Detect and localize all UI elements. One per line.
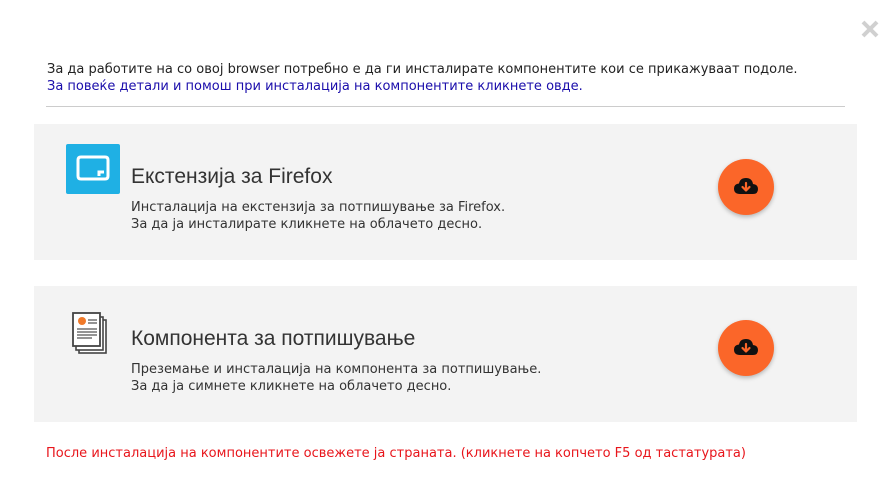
- download-extension-button[interactable]: [718, 159, 774, 215]
- refresh-notice: После инсталација на компонентите освеже…: [46, 446, 746, 461]
- cloud-download-icon: [734, 339, 758, 355]
- documents-icon: [66, 306, 120, 356]
- help-link[interactable]: За повеќе детали и помош при инсталација…: [47, 78, 583, 95]
- card-desc-line: Инсталација на екстензија за потпишување…: [131, 200, 506, 215]
- card-desc-line: За да ја симнете кликнете на облачето де…: [131, 379, 452, 394]
- card-desc-line: Преземање и инсталација на компонента за…: [131, 362, 542, 377]
- card-title: Екстензија за Firefox: [131, 165, 333, 188]
- card-description: Инсталација на екстензија за потпишување…: [131, 199, 505, 233]
- intro-text: За да работите на со овој browser потреб…: [47, 62, 798, 77]
- firefox-extension-icon: [66, 144, 120, 194]
- close-icon[interactable]: [859, 18, 881, 40]
- signing-component-card: Компонента за потпишување Преземање и ин…: [34, 286, 857, 422]
- download-component-button[interactable]: [718, 320, 774, 376]
- card-desc-line: За да ја инсталирате кликнете на облачет…: [131, 217, 483, 232]
- card-title: Компонента за потпишување: [131, 327, 416, 350]
- card-description: Преземање и инсталација на компонента за…: [131, 361, 541, 395]
- divider: [46, 106, 845, 107]
- firefox-extension-card: Екстензија за Firefox Инсталација на екс…: [34, 124, 857, 260]
- cloud-download-icon: [734, 178, 758, 194]
- intro-section: За да работите на со овој browser потреб…: [47, 61, 847, 95]
